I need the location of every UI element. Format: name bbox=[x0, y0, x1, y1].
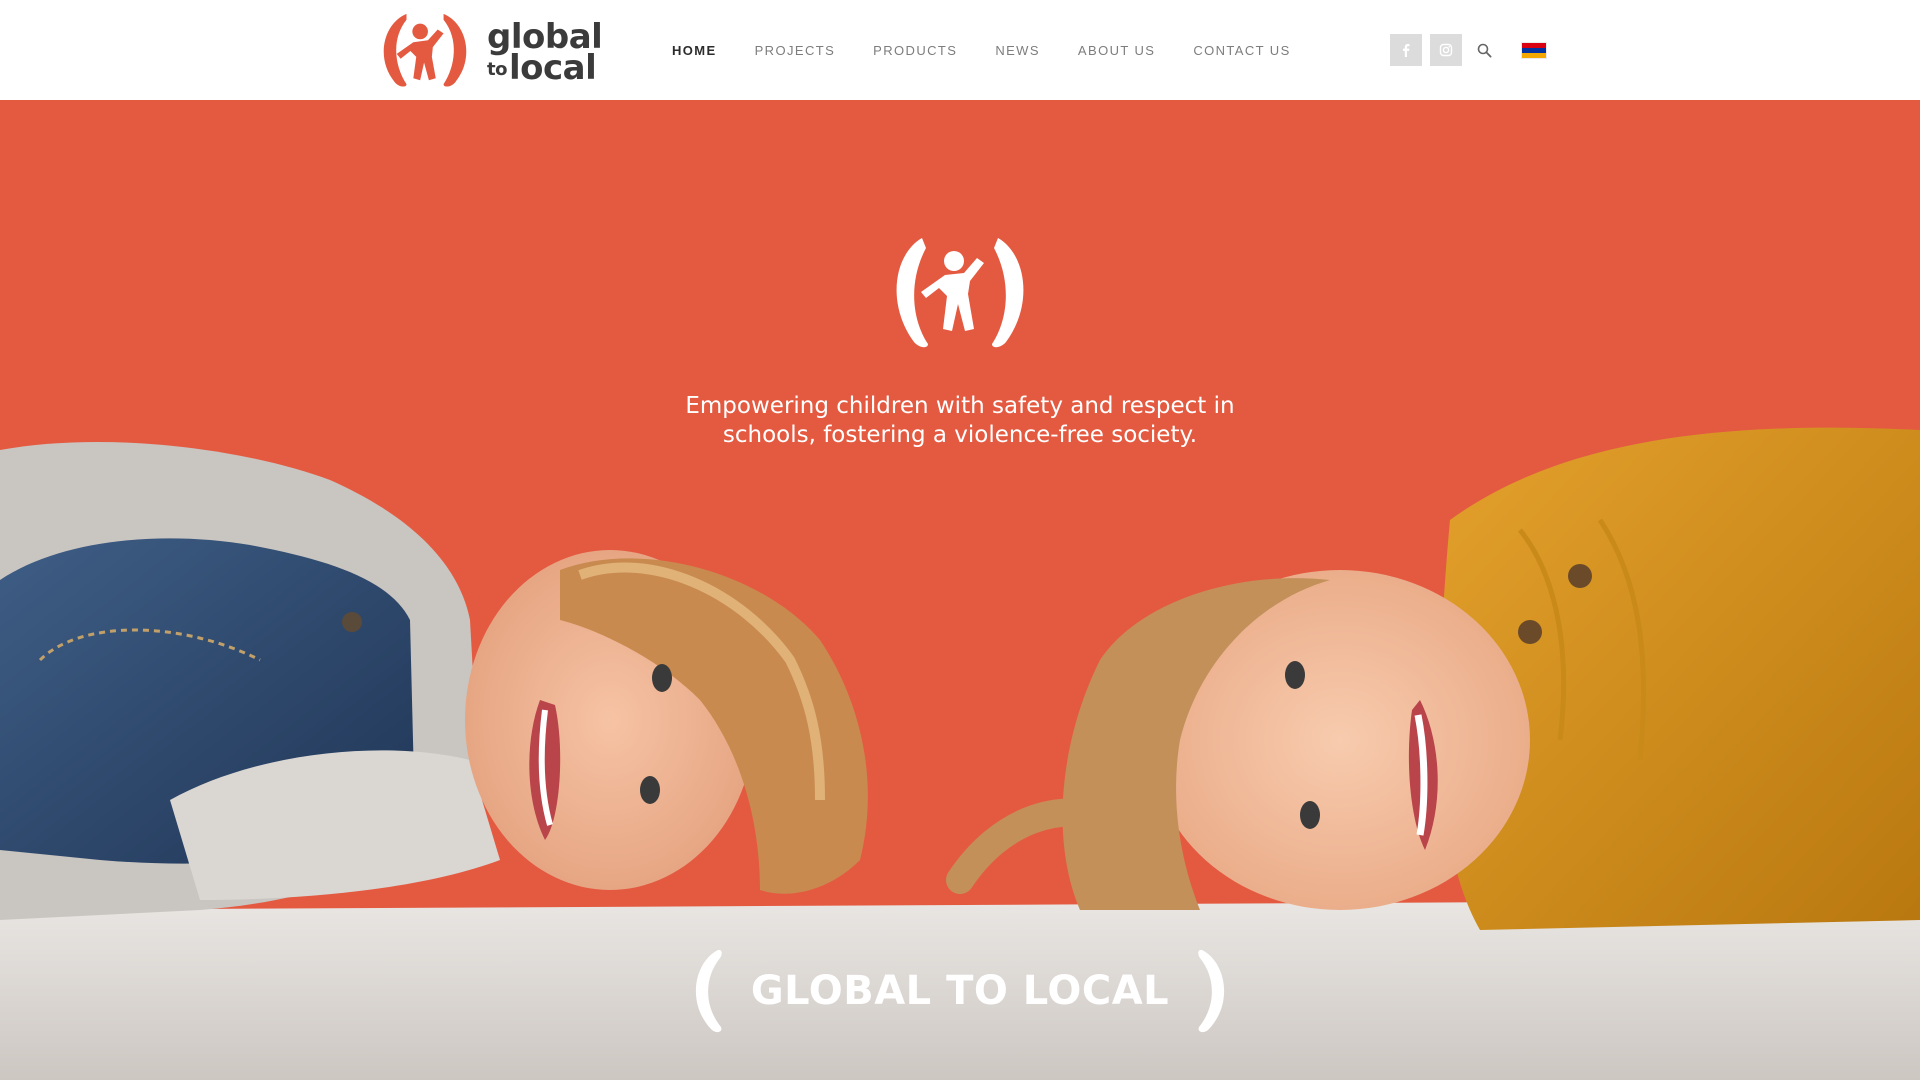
search-button[interactable] bbox=[1472, 38, 1496, 62]
search-icon bbox=[1477, 43, 1492, 58]
facebook-button[interactable] bbox=[1390, 34, 1422, 66]
nav-item-about-us[interactable]: ABOUT US bbox=[1078, 43, 1155, 58]
armenian-flag-icon[interactable] bbox=[1522, 42, 1546, 58]
nav-item-projects[interactable]: PROJECTS bbox=[755, 43, 836, 58]
site-logo[interactable]: global tolocal bbox=[377, 10, 603, 90]
site-header: global tolocal HOME PROJECTS PRODUCTS NE… bbox=[0, 0, 1920, 100]
logo-emblem-icon bbox=[383, 13, 467, 87]
instagram-button[interactable] bbox=[1430, 34, 1462, 66]
nav-item-news[interactable]: NEWS bbox=[995, 43, 1040, 58]
hero-section: Empowering children with safety and resp… bbox=[0, 100, 1920, 1080]
right-hand-bracket-icon bbox=[1198, 949, 1225, 1033]
facebook-icon bbox=[1403, 44, 1410, 57]
flag-stripe-orange bbox=[1522, 52, 1546, 58]
logo-wordmark: global tolocal bbox=[487, 20, 603, 85]
hero-tagline-line2: schools, fostering a violence-free socie… bbox=[722, 422, 1198, 448]
nav-item-products[interactable]: PRODUCTS bbox=[873, 43, 957, 58]
logo-word-to: to bbox=[487, 59, 507, 80]
hero-title: GLOBAL TO LOCAL bbox=[750, 968, 1170, 1014]
header-tools bbox=[1390, 33, 1546, 67]
children-emblem-icon bbox=[896, 238, 1024, 348]
hero-tagline-line1: Empowering children with safety and resp… bbox=[685, 393, 1235, 419]
nav-item-contact-us[interactable]: CONTACT US bbox=[1193, 43, 1290, 58]
logo-word-local: local bbox=[508, 48, 597, 88]
main-nav: HOME PROJECTS PRODUCTS NEWS ABOUT US CON… bbox=[672, 0, 1329, 100]
nav-item-home[interactable]: HOME bbox=[672, 43, 717, 58]
instagram-icon bbox=[1439, 43, 1453, 57]
hero-tagline: Empowering children with safety and resp… bbox=[660, 392, 1260, 450]
hero-title-block: GLOBAL TO LOCAL bbox=[690, 948, 1230, 1034]
logo-word-line2: tolocal bbox=[487, 51, 602, 85]
